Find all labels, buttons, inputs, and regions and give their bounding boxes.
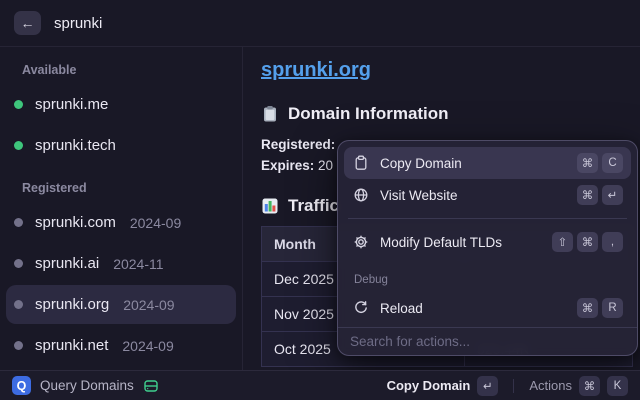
- list-item-sprunki-ai[interactable]: sprunki.ai 2024-11: [6, 244, 236, 283]
- search-placeholder: Search for actions...: [350, 334, 470, 349]
- primary-action-button[interactable]: Copy Domain ↵: [387, 376, 499, 396]
- domain-name: sprunki.ai: [35, 255, 99, 272]
- key-cmd: ⌘: [577, 153, 598, 173]
- menu-item-label: Copy Domain: [380, 156, 566, 171]
- expires-value: 20: [318, 158, 333, 173]
- menu-item-label: Visit Website: [380, 188, 566, 203]
- action-search-input[interactable]: Search for actions...: [338, 327, 637, 355]
- registered-dot-icon: [14, 259, 23, 268]
- key-cmd: ⌘: [577, 185, 598, 205]
- actions-menu-list: Copy Domain ⌘ C Visit Website ⌘ ↵: [338, 141, 637, 327]
- key-return: ↵: [477, 376, 498, 396]
- menu-item-visit-website[interactable]: Visit Website ⌘ ↵: [344, 179, 631, 211]
- registered-dot-icon: [14, 300, 23, 309]
- reload-icon: [352, 300, 369, 316]
- heading-text: Domain Information: [288, 104, 449, 124]
- raycast-window: ← sprunki Available sprunki.me sprunki.t…: [0, 0, 640, 400]
- globe-icon: [352, 187, 369, 203]
- list-item-sprunki-me[interactable]: sprunki.me: [6, 85, 236, 124]
- registration-date: 2024-11: [113, 256, 163, 272]
- domain-name: sprunki.com: [35, 214, 116, 231]
- domain-info-heading: Domain Information: [261, 104, 640, 124]
- available-dot-icon: [14, 100, 23, 109]
- back-button[interactable]: ←: [14, 11, 41, 35]
- storage-icon: [143, 378, 159, 394]
- clipboard-icon: [352, 155, 369, 171]
- bottombar-divider: [513, 379, 514, 393]
- gear-icon: [352, 234, 369, 250]
- key-cmd: ⌘: [579, 376, 600, 396]
- results-list: Available sprunki.me sprunki.tech Regist…: [0, 47, 243, 370]
- domain-name: sprunki.org: [35, 296, 109, 313]
- menu-item-reload[interactable]: Reload ⌘ R: [344, 292, 631, 324]
- key-r: R: [602, 298, 623, 318]
- list-item-sprunki-net[interactable]: sprunki.net 2024-09: [6, 326, 236, 365]
- top-search-bar: ← sprunki: [0, 0, 640, 47]
- domain-name: sprunki.net: [35, 337, 108, 354]
- registration-date: 2024-09: [130, 215, 181, 231]
- heading-text: Traffic: [288, 196, 339, 216]
- extension-icon: Q: [12, 376, 31, 395]
- available-dot-icon: [14, 141, 23, 150]
- key-return: ↵: [602, 185, 623, 205]
- registered-dot-icon: [14, 341, 23, 350]
- domain-title-link[interactable]: sprunki.org: [261, 59, 371, 82]
- registration-date: 2024-09: [122, 338, 173, 354]
- registered-dot-icon: [14, 218, 23, 227]
- key-comma: ,: [602, 232, 623, 252]
- search-query-input[interactable]: sprunki: [54, 15, 102, 32]
- menu-item-modify-default-tlds[interactable]: Modify Default TLDs ⇧ ⌘ ,: [344, 226, 631, 258]
- domain-name: sprunki.tech: [35, 137, 116, 154]
- key-c: C: [602, 153, 623, 173]
- domain-name: sprunki.me: [35, 96, 108, 113]
- list-item-sprunki-tech[interactable]: sprunki.tech: [6, 126, 236, 165]
- menu-separator: [348, 218, 627, 219]
- actions-label: Actions: [529, 378, 572, 393]
- extension-name: Query Domains: [40, 378, 134, 393]
- list-item-sprunki-com[interactable]: sprunki.com 2024-09: [6, 203, 236, 242]
- bottom-action-bar: Q Query Domains Copy Domain ↵ Actions ⌘ …: [0, 370, 640, 400]
- section-label-registered: Registered: [22, 181, 236, 195]
- registered-label: Registered:: [261, 137, 335, 152]
- menu-item-copy-domain[interactable]: Copy Domain ⌘ C: [344, 147, 631, 179]
- expires-label: Expires:: [261, 158, 314, 173]
- section-label-available: Available: [22, 63, 236, 77]
- menu-item-label: Reload: [380, 301, 566, 316]
- bar-chart-emoji-icon: [261, 197, 279, 215]
- list-item-sprunki-org[interactable]: sprunki.org 2024-09: [6, 285, 236, 324]
- key-cmd: ⌘: [577, 232, 598, 252]
- actions-menu-popup: Copy Domain ⌘ C Visit Website ⌘ ↵: [337, 140, 638, 356]
- actions-button[interactable]: Actions ⌘ K: [529, 376, 628, 396]
- key-k: K: [607, 376, 628, 396]
- registration-date: 2024-09: [123, 297, 174, 313]
- menu-item-label: Modify Default TLDs: [380, 235, 541, 250]
- primary-action-label: Copy Domain: [387, 378, 471, 393]
- key-shift: ⇧: [552, 232, 573, 252]
- key-cmd: ⌘: [577, 298, 598, 318]
- back-arrow-icon: ←: [21, 15, 35, 31]
- clipboard-emoji-icon: [261, 105, 279, 123]
- menu-section-debug: Debug: [354, 274, 631, 286]
